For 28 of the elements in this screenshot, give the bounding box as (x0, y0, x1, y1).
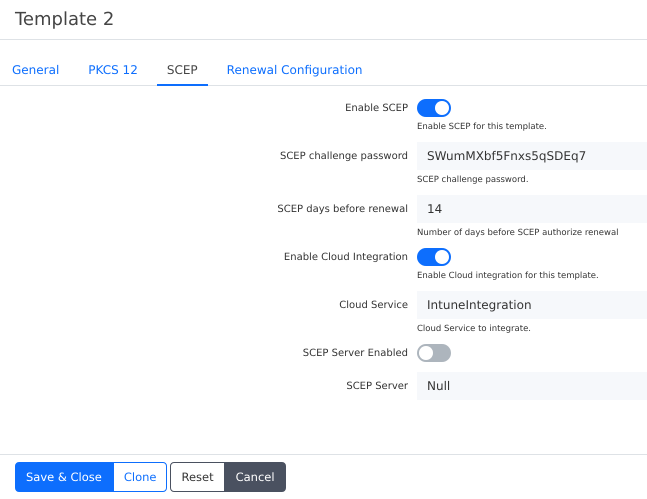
field-label: Enable SCEP (344, 102, 408, 114)
field-label: SCEP days before renewal (276, 204, 408, 214)
footer-button[interactable]: Clone (112, 462, 168, 492)
field-label: SCEP Server Enabled (302, 348, 408, 358)
toggle-switch[interactable] (417, 344, 451, 362)
field-label: Enable Cloud Integration (282, 252, 408, 262)
tab[interactable]: Renewal Configuration (216, 55, 373, 86)
help-text: SCEP challenge password. (417, 175, 530, 185)
help-text: Cloud Service to integrate. (417, 324, 532, 334)
field-label: SCEP challenge password (278, 150, 408, 162)
toggle-switch[interactable] (417, 99, 451, 117)
tab[interactable]: SCEP (156, 55, 208, 86)
field-label: Cloud Service (338, 300, 408, 310)
help-text: Enable Cloud integration for this template. (417, 271, 600, 281)
save-close-button[interactable]: Save & Close (15, 462, 113, 492)
dialog-title: Template 2 (15, 9, 114, 30)
tab[interactable]: PKCS 12 (78, 55, 148, 86)
input-field[interactable]: 14 (417, 195, 647, 223)
footer-button[interactable]: Cancel (224, 462, 286, 492)
footer-button[interactable]: Reset (170, 462, 225, 492)
input-field[interactable]: SWumMXbf5Fnxs5qSDEq7 (417, 142, 647, 170)
tab[interactable]: General (2, 55, 70, 86)
input-field[interactable]: IntuneIntegration (417, 291, 647, 319)
help-text: Enable SCEP for this template. (417, 122, 548, 132)
input-field[interactable]: Null (417, 372, 647, 400)
toggle-switch[interactable] (417, 248, 451, 266)
field-label: SCEP Server (345, 380, 408, 392)
help-text: Number of days before SCEP authorize renewal (417, 228, 620, 238)
